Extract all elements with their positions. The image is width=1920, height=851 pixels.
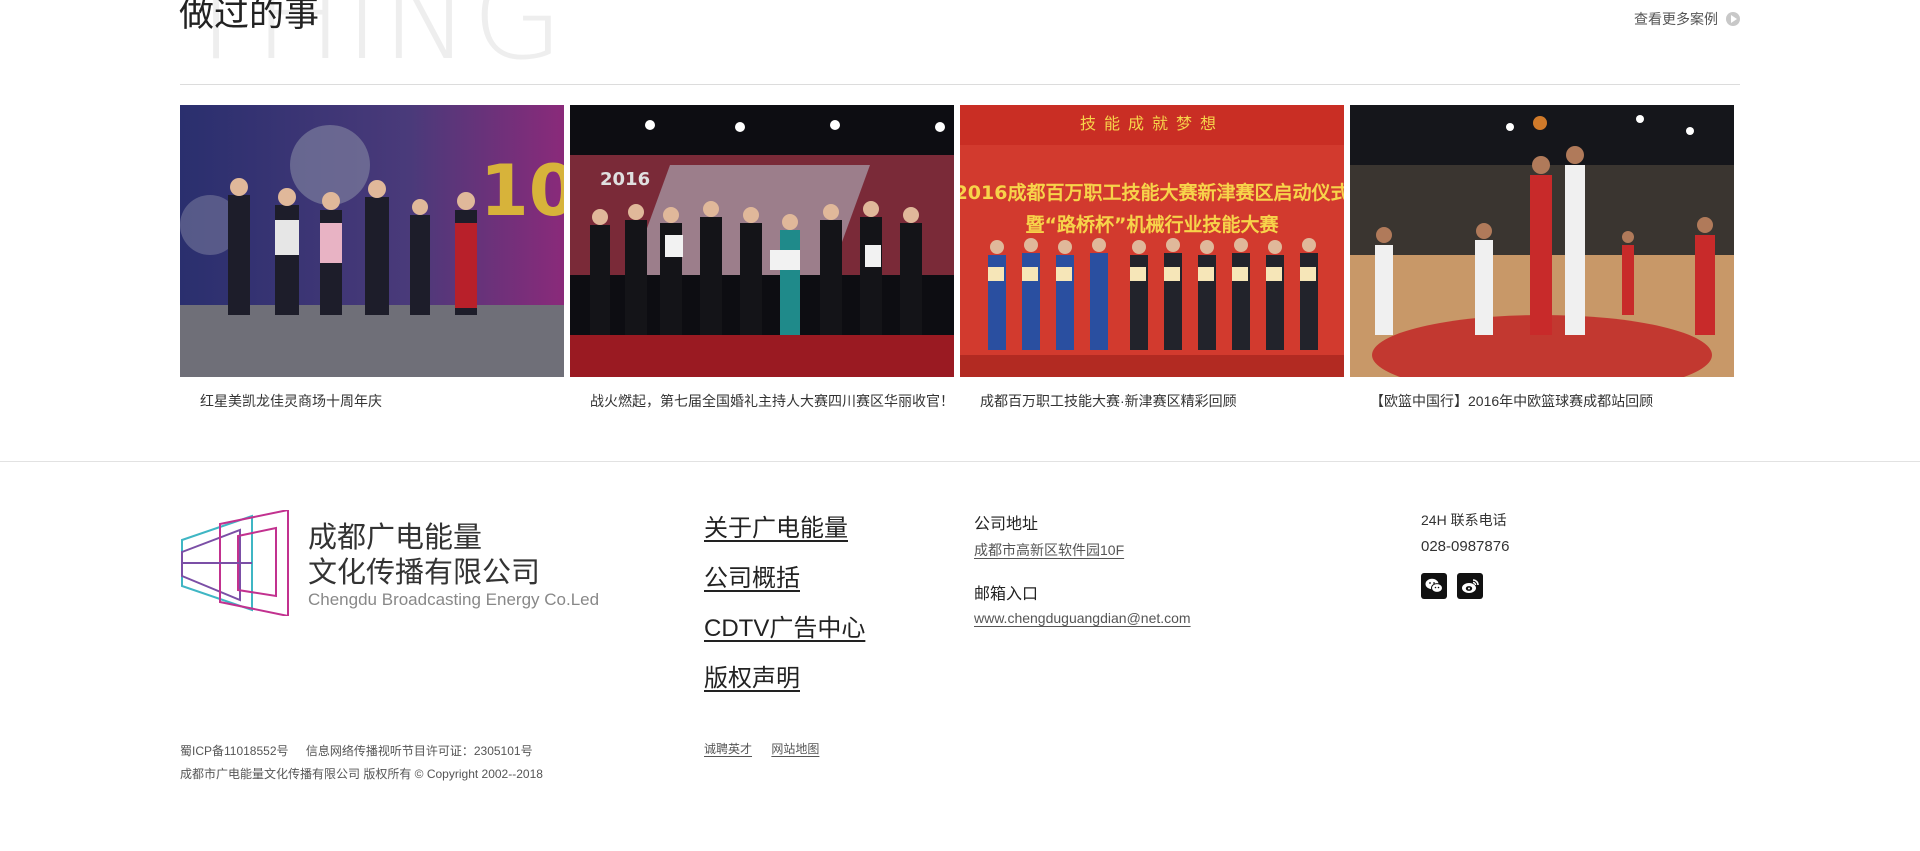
case-card[interactable]: 10 红星美凯龙佳灵商场十周年庆 [180, 105, 564, 411]
footer-nav: 关于广电能量 公司概括 CDTV广告中心 版权声明 [704, 508, 865, 693]
wechat-icon[interactable] [1421, 573, 1447, 599]
phone-label: 24H 联系电话 [1421, 512, 1507, 528]
banner-line-2: 暨“路桥杯”机械行业技能大赛 [1026, 213, 1280, 236]
contact-info: 公司地址 成都市高新区软件园10F 邮箱入口 www.chengduguangd… [974, 510, 1191, 626]
skills-contest-photo: 技能成就梦想 2016成都百万职工技能大赛新津赛区启动仪式 暨“路桥杯”机械行业… [960, 105, 1344, 377]
view-more-cases-link[interactable]: 查看更多案例 [1634, 9, 1740, 29]
case-list: 10 红星美凯龙佳灵商场十周年庆 2016 战火燃起，第七届全国婚礼主持人大赛四… [180, 105, 1734, 411]
logo-company-name-line2: 文化传播有限公司 [308, 555, 541, 589]
weibo-icon[interactable] [1457, 573, 1483, 599]
address-label: 公司地址 [974, 516, 1039, 533]
case-caption: 【欧篮中国行】2016年中欧篮球赛成都站回顾 [1370, 393, 1654, 409]
nav-company-overview-link[interactable]: 公司概括 [704, 558, 865, 593]
stage-year-text: 2016 [600, 169, 650, 190]
case-card[interactable]: 2016 战火燃起，第七届全国婚礼主持人大赛四川赛区华丽收官！ [570, 105, 954, 411]
phone-info: 24H 联系电话 028-0987876 [1421, 510, 1509, 599]
company-logo[interactable]: 成都广电能量 文化传播有限公司 Chengdu Broadcasting Ene… [180, 510, 600, 620]
banner-line-1: 2016成都百万职工技能大赛新津赛区启动仪式 [960, 181, 1344, 204]
phone-number: 028-0987876 [1421, 538, 1510, 555]
email-link[interactable]: www.chengduguangdian@net.com [974, 610, 1191, 626]
legal-links: 诚聘英才 网站地图 [704, 740, 835, 757]
broadcast-license: 信息网络传播视听节目许可证：2305101号 [305, 744, 533, 758]
case-image-wedding-host-contest: 2016 [570, 105, 954, 377]
section-title: 做过的事 [179, 0, 320, 35]
icp-number: 蜀ICP备11018552号 [180, 744, 289, 758]
case-card[interactable]: 【欧篮中国行】2016年中欧篮球赛成都站回顾 [1350, 105, 1734, 411]
nav-about-link[interactable]: 关于广电能量 [704, 508, 865, 543]
jobs-link[interactable]: 诚聘英才 [704, 742, 752, 756]
address-link[interactable]: 成都市高新区软件园10F [974, 540, 1191, 560]
copyright-text: 成都市广电能量文化传播有限公司 版权所有 © Copyright 2002--2… [180, 767, 543, 781]
sitemap-link[interactable]: 网站地图 [771, 742, 819, 756]
svg-text:10: 10 [480, 150, 564, 232]
email-label: 邮箱入口 [974, 586, 1039, 603]
legal-info: 蜀ICP备11018552号 信息网络传播视听节目许可证：2305101号 成都… [180, 740, 547, 786]
case-caption: 战火燃起，第七届全国婚礼主持人大赛四川赛区华丽收官！ [590, 393, 954, 409]
banner-slogan: 技能成就梦想 [1080, 114, 1224, 133]
basketball-game-photo [1350, 105, 1734, 377]
case-card[interactable]: 技能成就梦想 2016成都百万职工技能大赛新津赛区启动仪式 暨“路桥杯”机械行业… [960, 105, 1344, 411]
logo-mark-icon [181, 510, 289, 616]
section-divider [180, 84, 1740, 85]
case-caption: 红星美凯龙佳灵商场十周年庆 [200, 393, 382, 409]
nav-cdtv-ad-center-link[interactable]: CDTV广告中心 [704, 608, 865, 643]
case-image-skills-contest: 技能成就梦想 2016成都百万职工技能大赛新津赛区启动仪式 暨“路桥杯”机械行业… [960, 105, 1344, 377]
social-links [1421, 573, 1509, 599]
award-ceremony-photo: 2016 [570, 105, 954, 377]
case-image-basketball [1350, 105, 1734, 377]
case-caption: 成都百万职工技能大赛·新津赛区精彩回顾 [980, 393, 1237, 409]
arrow-right-circle-icon [1726, 12, 1740, 26]
logo-company-name-en: Chengdu Broadcasting Energy Co.Led [308, 590, 600, 609]
view-more-label: 查看更多案例 [1634, 11, 1718, 27]
case-image-anniversary: 10 [180, 105, 564, 377]
footer-divider [0, 461, 1920, 462]
nav-copyright-link[interactable]: 版权声明 [704, 658, 865, 693]
event-stage-photo: 10 [180, 105, 564, 377]
